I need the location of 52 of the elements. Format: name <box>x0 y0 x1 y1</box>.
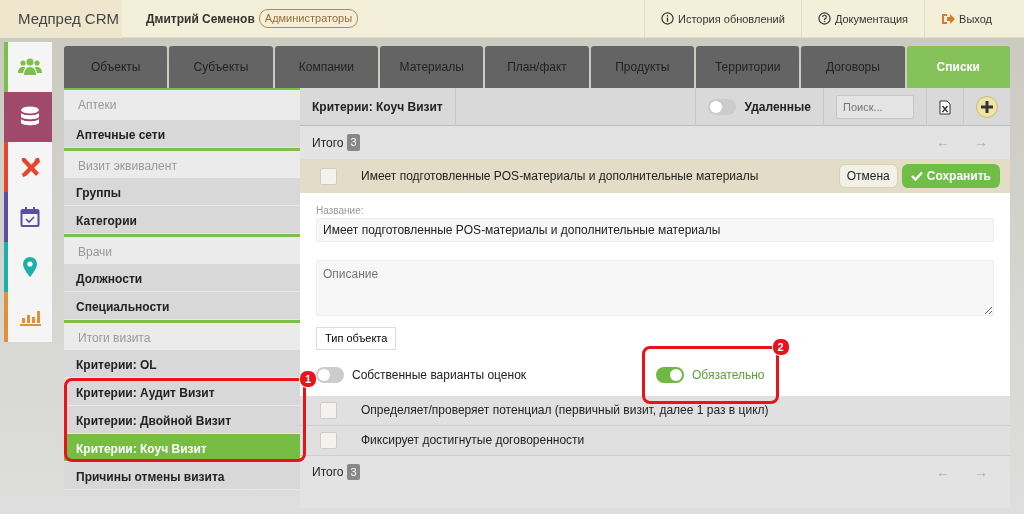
header-link[interactable]: История обновлений <box>644 0 801 38</box>
group-heading: Аптеки <box>64 90 300 120</box>
help-icon <box>817 12 831 25</box>
sidebar-item[interactable]: Категории <box>64 206 300 234</box>
sidebar-item[interactable]: Должности <box>64 264 300 292</box>
plus-icon <box>981 100 993 113</box>
role-label: Администраторы <box>258 9 359 28</box>
field-label: Название: <box>316 204 365 218</box>
spreadsheet-icon <box>939 99 951 115</box>
app-brand[interactable]: Медпред CRM <box>0 0 122 38</box>
checkbox[interactable] <box>320 431 337 449</box>
toggle-switch[interactable] <box>316 366 344 383</box>
calendar-icon <box>20 206 40 228</box>
toggle-switch[interactable] <box>656 366 684 383</box>
checkbox[interactable] <box>320 401 337 419</box>
add-button[interactable] <box>976 95 998 118</box>
count-badge: 3 <box>347 134 360 151</box>
group-heading: Визит эквивалент <box>64 148 300 178</box>
toggle-switch[interactable] <box>708 98 737 115</box>
row-title: Имеет подготовленные POS-материалы и дополнительные материалы <box>361 168 759 185</box>
bar-chart-icon <box>19 308 41 326</box>
sidebar-item[interactable]: Аптечные сети <box>64 120 300 148</box>
toggle-label: Обязательно <box>692 366 765 384</box>
cancel-button[interactable]: Отмена <box>838 164 898 188</box>
header-link[interactable]: Документация <box>800 0 925 38</box>
group-heading: Врачи <box>64 234 300 264</box>
description-field[interactable]: Описание <box>316 260 994 316</box>
panel-title: Критерии: Коуч Визит <box>300 87 456 126</box>
exit-icon <box>941 12 956 25</box>
users-icon <box>18 57 42 77</box>
info-icon <box>661 12 675 25</box>
check-icon <box>910 171 923 181</box>
row-title: Определяет/проверяет потенциал (первичный визит, далее 1 раз в цикл) <box>361 402 769 419</box>
logout-link[interactable]: Выход <box>924 0 1008 38</box>
total-label: Итого <box>312 464 344 481</box>
row-title: Фиксирует достигнутые договоренности <box>361 432 585 449</box>
sidebar-item[interactable]: Группы <box>64 178 300 206</box>
checkbox[interactable] <box>320 167 337 185</box>
group-heading: Итоги визита <box>64 320 300 350</box>
count-badge: 3 <box>347 463 360 481</box>
sidebar-item[interactable]: Критерии: OL <box>64 350 300 378</box>
sidebar-item[interactable]: Причины отмены визита <box>64 462 300 490</box>
name-field[interactable]: Имеет подготовленные POS-материалы и дополнительные материалы <box>316 218 994 242</box>
database-icon <box>20 106 40 128</box>
toggle-label: Удаленные <box>744 98 811 116</box>
user-name: Дмитрий Семенов <box>146 10 255 28</box>
map-pin-icon <box>22 256 38 278</box>
search-field[interactable]: Поиск... <box>836 94 914 119</box>
total-label: Итого <box>312 134 344 152</box>
toggle-label: Собственные варианты оценок <box>352 366 527 384</box>
object-type-button[interactable]: Тип объекта <box>316 327 397 350</box>
sidebar-item[interactable]: Специальности <box>64 292 300 320</box>
